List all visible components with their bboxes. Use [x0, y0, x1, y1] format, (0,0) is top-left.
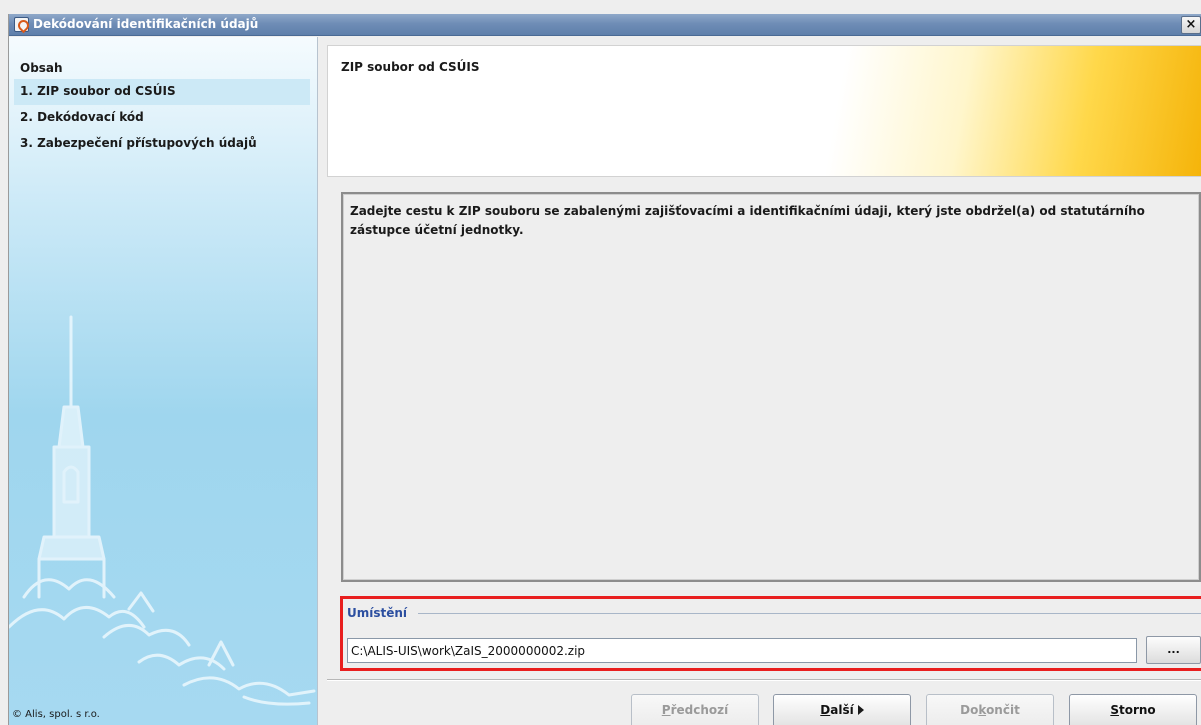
sidebar: Obsah 1. ZIP soubor od CSÚIS 2. Dekódova… [9, 37, 318, 725]
close-button[interactable]: × [1181, 16, 1201, 34]
step-header: ZIP soubor od CSÚIS [327, 45, 1201, 177]
description-panel: Zadejte cestu k ZIP souboru se zabaleným… [341, 192, 1201, 582]
description-text: Zadejte cestu k ZIP souboru se zabaleným… [350, 204, 1145, 237]
browse-label: ... [1167, 643, 1180, 656]
browse-button[interactable]: ... [1146, 636, 1201, 664]
cancel-label-post: torno [1118, 703, 1156, 717]
dialog-window: Dekódování identifikačních údajů × Obsah… [8, 14, 1201, 725]
close-icon: × [1185, 17, 1197, 32]
previous-button[interactable]: Předchozí [631, 694, 759, 725]
finish-label-pre: Do [960, 703, 979, 717]
next-mnemonic: D [820, 703, 831, 717]
location-label: Umístění [347, 606, 408, 620]
title-bar[interactable]: Dekódování identifikačních údajů × [9, 14, 1201, 36]
group-divider [418, 613, 1201, 614]
sidebar-step-label: 1. ZIP soubor od CSÚIS [20, 84, 176, 98]
cancel-button[interactable]: Storno [1069, 694, 1197, 725]
location-group: Umístění ... [340, 596, 1201, 671]
sidebar-step-decode: 2. Dekódovací kód [14, 105, 310, 131]
window-title: Dekódování identifikačních údajů [33, 17, 259, 31]
previous-mnemonic: P [661, 703, 671, 717]
next-label-post: alší [830, 703, 854, 717]
finish-button[interactable]: Dokončit [926, 694, 1054, 725]
previous-label-post: ředchozí [670, 703, 729, 717]
copyright-text: © Alis, spol. s r.o. [12, 709, 100, 720]
sidebar-step-label: 2. Dekódovací kód [20, 110, 144, 124]
sidebar-step-label: 3. Zabezpečení přístupových údajů [20, 136, 257, 150]
footer-separator [327, 679, 1201, 681]
finish-mnemonic: k [978, 703, 987, 717]
page-title: ZIP soubor od CSÚIS [341, 60, 480, 74]
cancel-mnemonic: S [1110, 703, 1119, 717]
java-app-icon [14, 17, 29, 32]
church-illustration [9, 315, 316, 706]
file-path-input[interactable] [347, 638, 1137, 663]
finish-label-post: ončit [986, 703, 1020, 717]
sidebar-step-security: 3. Zabezpečení přístupových údajů [14, 131, 310, 157]
sidebar-step-zip: 1. ZIP soubor od CSÚIS [14, 79, 310, 105]
next-button[interactable]: Další [773, 694, 911, 725]
arrow-right-icon [857, 705, 864, 715]
sidebar-heading: Obsah [20, 61, 63, 75]
